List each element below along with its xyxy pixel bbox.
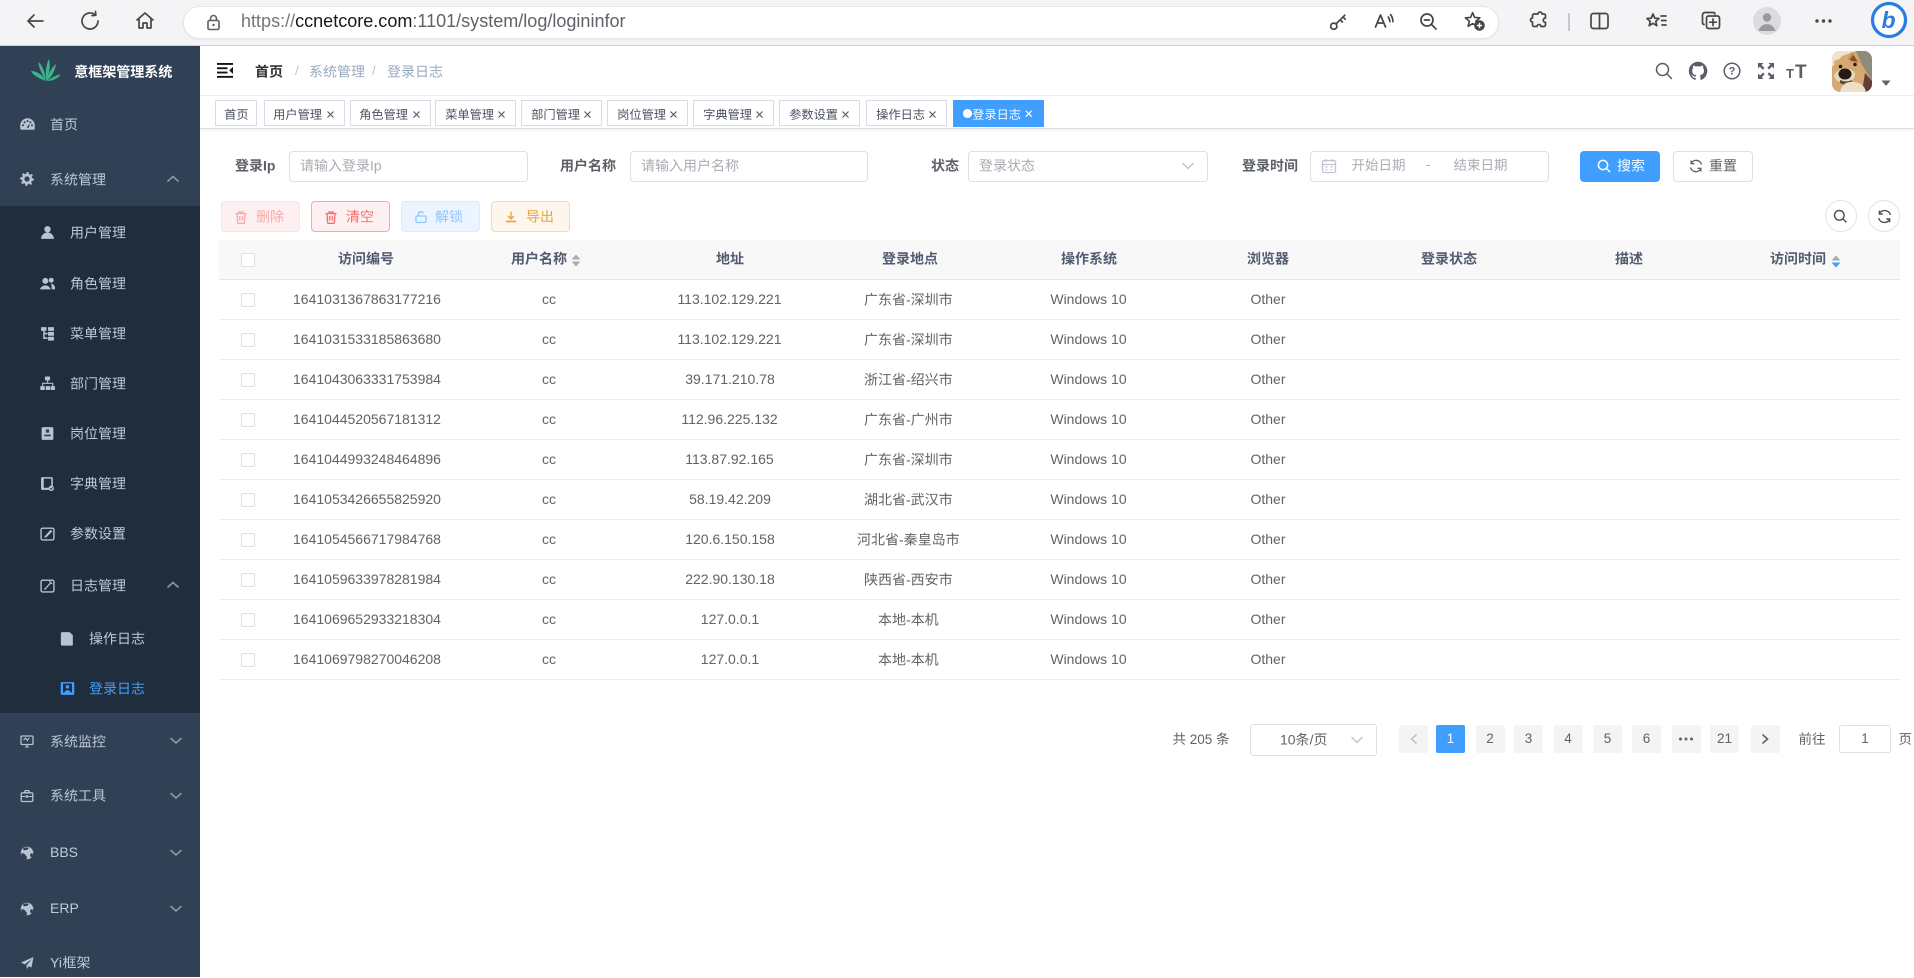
svg-text:-: - (906, 371, 911, 387)
svg-text:-: - (899, 531, 904, 547)
svg-text:Ip: Ip (263, 157, 275, 173)
svg-text:T: T (1786, 66, 1794, 81)
svg-text:-: - (906, 331, 911, 347)
svg-text:10: 10 (1280, 731, 1296, 747)
svg-text:-: - (906, 571, 911, 587)
svg-text:-: - (906, 651, 911, 667)
svg-text:-: - (906, 411, 911, 427)
svg-text:-: - (906, 451, 911, 467)
svg-text:-: - (906, 491, 911, 507)
svg-text:?: ? (1729, 66, 1736, 78)
svg-text:/: / (1309, 731, 1313, 747)
svg-text:b: b (1882, 7, 1896, 33)
svg-text:-: - (906, 291, 911, 307)
svg-text:Ip: Ip (370, 157, 382, 173)
svg-text:T: T (1795, 62, 1807, 82)
svg-text:Yi: Yi (50, 955, 62, 971)
svg-text:205: 205 (1186, 732, 1216, 747)
svg-text:-: - (906, 611, 911, 627)
